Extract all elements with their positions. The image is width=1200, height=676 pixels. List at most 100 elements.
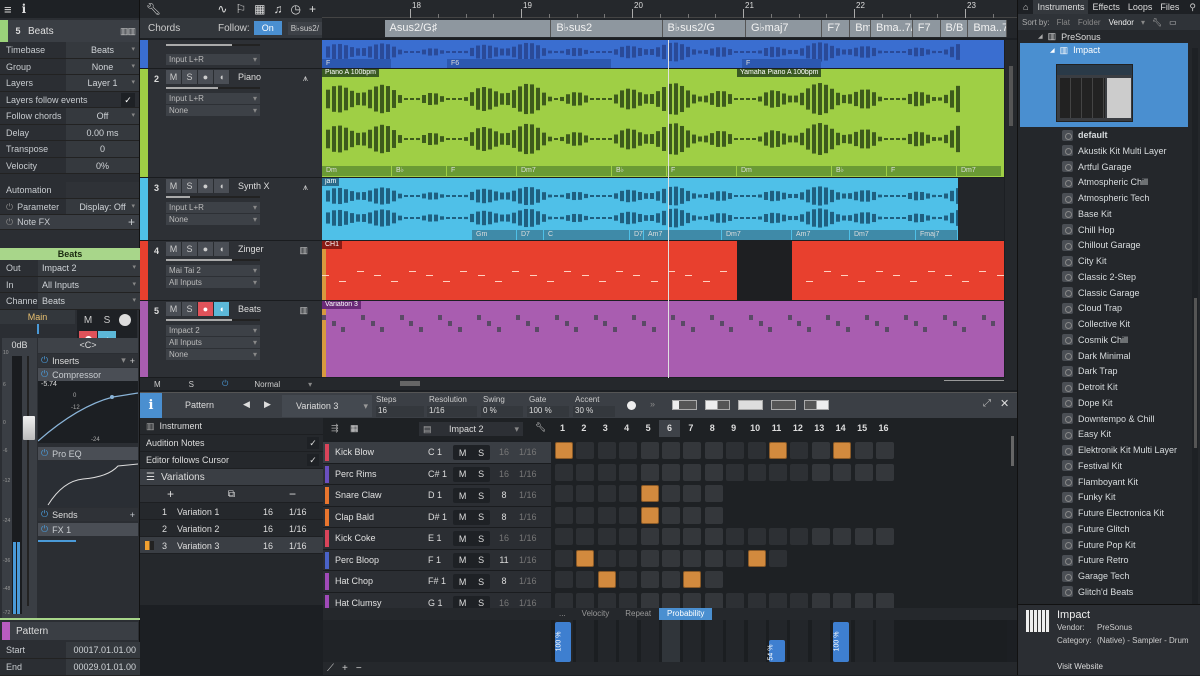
step-cell[interactable]	[555, 506, 573, 524]
step-cell[interactable]	[726, 463, 745, 481]
step-cell[interactable]	[555, 485, 573, 502]
step-cell[interactable]	[790, 463, 809, 481]
lane-step[interactable]	[704, 620, 723, 662]
mute-button[interactable]: M	[459, 469, 467, 479]
step-cell[interactable]	[555, 549, 573, 567]
step-cell[interactable]	[726, 549, 745, 567]
duplicate-variation-icon[interactable]: ⧉	[228, 489, 235, 500]
lane-step[interactable]	[790, 620, 809, 662]
preset-item[interactable]: Base Kit	[1062, 207, 1112, 221]
step-number[interactable]: 7	[680, 423, 701, 433]
step-cell[interactable]	[876, 528, 894, 545]
step-cell[interactable]	[704, 463, 723, 481]
monitor-button[interactable]: ◖	[214, 70, 230, 84]
step-cell[interactable]	[640, 463, 659, 481]
info-icon[interactable]: i	[22, 2, 27, 16]
track-header[interactable]: 5MS●◖Beats▥Impact 2All InputsNone	[140, 301, 322, 378]
step-cell[interactable]	[555, 528, 573, 545]
monitor-button[interactable]: ◖	[214, 179, 230, 193]
instrument-select[interactable]: Impact 2	[166, 325, 260, 336]
add-variation-icon[interactable]: +	[167, 487, 174, 501]
param-value[interactable]: Layer 1 ▾	[66, 75, 139, 91]
param-value[interactable]: None ▾	[66, 58, 139, 74]
step-cell[interactable]	[662, 592, 680, 610]
record-button[interactable]: ●	[198, 242, 214, 256]
automation-curve-icon[interactable]: ⟋	[327, 663, 334, 674]
hamburger-icon[interactable]: ≡	[4, 2, 12, 17]
sort-option[interactable]: Vendor	[1109, 18, 1134, 27]
output-select[interactable]: None	[166, 105, 260, 116]
step-cell[interactable]	[726, 592, 745, 610]
horizontal-scrollbar[interactable]	[322, 378, 1017, 390]
preset-item[interactable]: Festival Kit	[1062, 459, 1122, 473]
mute-button[interactable]: M	[166, 179, 182, 193]
power-icon[interactable]: ⏻	[41, 448, 48, 459]
input-select[interactable]: All Inputs	[166, 337, 260, 348]
step-count[interactable]: 11	[497, 555, 511, 565]
step-count[interactable]: 16	[497, 533, 511, 543]
parameter-row[interactable]: ⏻ Parameter Display: Off ▾	[0, 198, 139, 215]
preset-item[interactable]: default	[1062, 128, 1108, 142]
step-active[interactable]	[640, 485, 659, 502]
step-cell[interactable]	[597, 528, 616, 545]
step-cell[interactable]	[576, 571, 595, 588]
step-cell[interactable]	[876, 442, 894, 459]
param-value[interactable]: 0	[66, 141, 139, 157]
solo-button[interactable]: S	[478, 448, 484, 458]
preset-item[interactable]: Dark Trap	[1062, 364, 1118, 378]
clip-name[interactable]: Variation 3	[322, 301, 361, 309]
automation-icon[interactable]: ∿	[217, 2, 227, 16]
step-cell[interactable]	[833, 463, 852, 481]
step-cell[interactable]	[576, 528, 595, 545]
step-cell[interactable]	[683, 592, 702, 610]
add-note-fx-icon[interactable]: +	[128, 215, 135, 229]
step-resolution[interactable]: 1/16	[519, 490, 537, 500]
step-cell[interactable]	[640, 442, 659, 459]
mute-button[interactable]: M	[166, 70, 182, 84]
step-cell[interactable]	[619, 442, 638, 459]
variation-item[interactable]: 3 Variation 3 16 1/16	[140, 537, 323, 554]
step-cell[interactable]	[662, 485, 680, 502]
lane-step[interactable]	[854, 620, 873, 662]
window-icon[interactable]: ▭	[1169, 18, 1177, 27]
instrument-row[interactable]: Snare Claw D 1 M S 8 1/16	[323, 485, 551, 507]
lane-step[interactable]	[640, 620, 659, 662]
routing-select[interactable]: All Inputs ▾	[38, 276, 140, 292]
preset-item[interactable]: Funky Kit	[1062, 490, 1116, 504]
browser-tab[interactable]: Instruments	[1033, 0, 1089, 14]
step-cell[interactable]	[619, 571, 638, 588]
step-number[interactable]: 6	[659, 420, 680, 437]
step-active[interactable]	[769, 442, 787, 459]
step-active[interactable]	[597, 571, 616, 588]
insert-slot-pro-eq[interactable]: ⏻ Pro EQ	[38, 447, 138, 460]
lane-step[interactable]	[662, 620, 680, 662]
param-value[interactable]: 0%	[66, 157, 139, 173]
lane-step[interactable]	[576, 620, 595, 662]
add-insert-icon[interactable]: +	[130, 356, 135, 366]
routing-select[interactable]: Impact 2 ▾	[38, 260, 140, 276]
instrument-select[interactable]: Mai Tai 2	[166, 265, 260, 276]
step-cell[interactable]	[811, 592, 830, 610]
step-cell[interactable]	[662, 571, 680, 588]
step-cell[interactable]	[769, 592, 787, 610]
search-icon[interactable]: ⚲	[1189, 2, 1196, 13]
step-cell[interactable]	[619, 485, 638, 502]
preset-item[interactable]: Atmospheric Tech	[1062, 191, 1149, 205]
input-select[interactable]: Input L+R	[166, 93, 260, 104]
step-cell[interactable]	[597, 506, 616, 524]
step-count[interactable]: 8	[497, 576, 511, 586]
preset-item[interactable]: Classic Garage	[1062, 286, 1140, 300]
monitor-knob-icon[interactable]	[119, 314, 131, 326]
step-cell[interactable]	[854, 528, 873, 545]
step-cell[interactable]	[726, 528, 745, 545]
step-cell[interactable]	[704, 485, 723, 502]
track-lane[interactable]: CH1	[322, 241, 1004, 300]
step-cell[interactable]	[683, 442, 702, 459]
lane-tab[interactable]: ...	[551, 608, 574, 620]
mute-button[interactable]: M	[459, 598, 467, 608]
display-dropdown[interactable]: Display: Off ▾	[66, 198, 139, 214]
step-resolution[interactable]: 1/16	[519, 469, 537, 479]
wrench-icon[interactable]: 🔧︎	[146, 2, 161, 16]
mute-button[interactable]: M	[459, 448, 467, 458]
step-number[interactable]: 11	[766, 423, 787, 433]
